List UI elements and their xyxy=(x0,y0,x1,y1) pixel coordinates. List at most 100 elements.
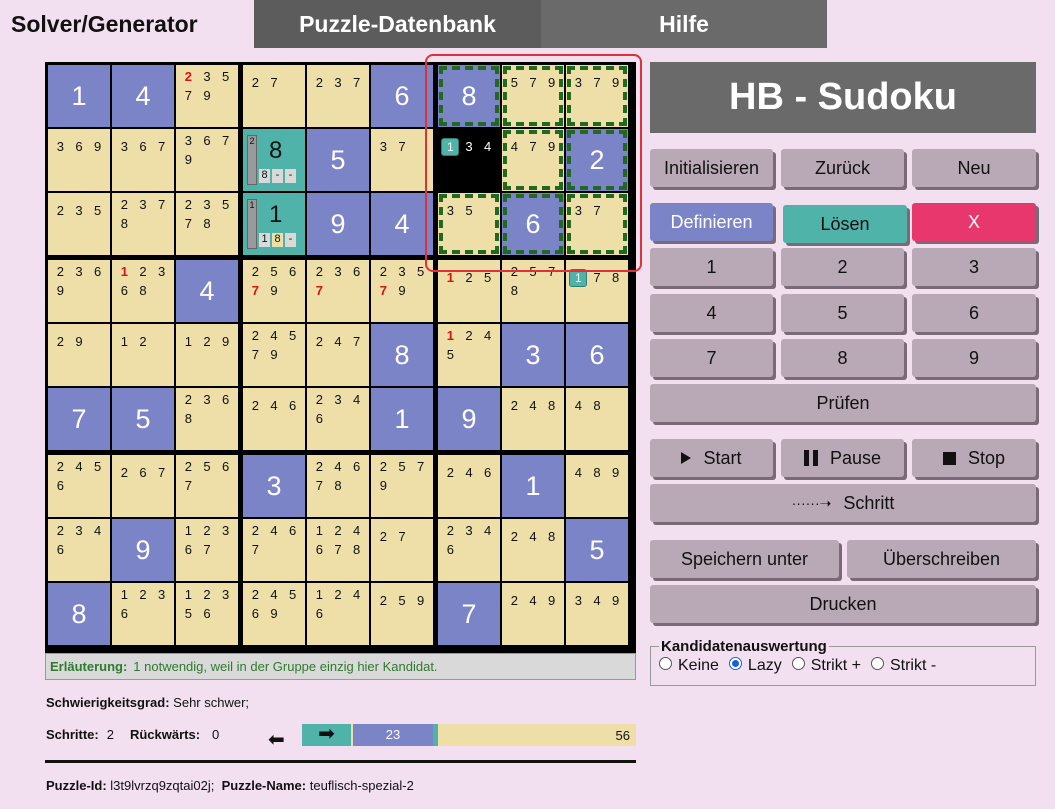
sudoku-cell[interactable]: 8 xyxy=(371,324,433,386)
sudoku-cell[interactable]: 247 xyxy=(307,324,369,386)
tab-solver-generator[interactable]: Solver/Generator xyxy=(0,0,254,48)
sudoku-cell[interactable]: 367 xyxy=(112,129,174,191)
radio-none[interactable]: Keine xyxy=(659,657,719,675)
sudoku-cell[interactable]: 235 78 xyxy=(176,193,238,255)
digit-button-9[interactable]: 9 xyxy=(912,339,1036,377)
digit-button-6[interactable]: 6 xyxy=(912,294,1036,332)
sudoku-cell[interactable]: 37 xyxy=(371,129,433,191)
sudoku-cell[interactable]: 257 9 xyxy=(371,455,433,517)
sudoku-cell[interactable]: 9 xyxy=(112,519,174,581)
sudoku-cell[interactable]: 6 xyxy=(566,324,628,386)
check-button[interactable]: Prüfen xyxy=(650,384,1036,422)
digit-button-2[interactable]: 2 xyxy=(781,248,904,286)
sudoku-cell[interactable]: 489 xyxy=(566,455,628,517)
overwrite-button[interactable]: Überschreiben xyxy=(847,540,1036,578)
sudoku-cell[interactable]: 123 6 xyxy=(112,583,174,645)
init-button[interactable]: Initialisieren xyxy=(650,149,773,187)
sudoku-cell[interactable]: 4 xyxy=(112,65,174,127)
stop-button[interactable]: Stop xyxy=(912,439,1036,477)
sudoku-cell[interactable]: 6 xyxy=(371,65,433,127)
sudoku-cell[interactable]: 7 xyxy=(438,583,500,645)
radio-selected-icon[interactable] xyxy=(728,657,742,670)
sudoku-cell[interactable]: 246 7 xyxy=(243,519,305,581)
sudoku-cell[interactable]: 124 678 xyxy=(307,519,369,581)
sudoku-cell[interactable]: 236 7 xyxy=(307,260,369,322)
digit-button-7[interactable]: 7 xyxy=(650,339,773,377)
print-button[interactable]: Drucken xyxy=(650,585,1036,623)
sudoku-cell[interactable]: 5 xyxy=(112,388,174,450)
sudoku-cell[interactable]: 1 xyxy=(371,388,433,450)
radio-icon[interactable] xyxy=(870,657,884,670)
sudoku-cell[interactable]: 129 xyxy=(176,324,238,386)
radio-lazy[interactable]: Lazy xyxy=(728,657,782,675)
sudoku-cell[interactable]: 5 xyxy=(566,519,628,581)
sudoku-cell[interactable]: 248 xyxy=(502,519,564,581)
sudoku-cell[interactable]: 245 79 xyxy=(243,324,305,386)
sudoku-cell[interactable]: 8 xyxy=(48,583,110,645)
back-button[interactable]: Zurück xyxy=(781,149,904,187)
sudoku-cell[interactable]: 3 xyxy=(502,324,564,386)
sudoku-cell[interactable]: 48 xyxy=(566,388,628,450)
sudoku-cell[interactable]: 123 68 xyxy=(112,260,174,322)
sudoku-cell[interactable]: 236 9 xyxy=(48,260,110,322)
sudoku-cell[interactable]: 245 69 xyxy=(243,583,305,645)
solve-button[interactable]: Lösen xyxy=(783,205,907,243)
sudoku-cell[interactable]: 259 xyxy=(371,583,433,645)
sudoku-cell[interactable]: 234 6 xyxy=(307,388,369,450)
sudoku-cell[interactable]: 245 6 xyxy=(48,455,110,517)
sudoku-cell[interactable]: 256 79 xyxy=(243,260,305,322)
sudoku-cell[interactable]: 23579 xyxy=(371,260,433,322)
sudoku-cell[interactable]: 367 9 xyxy=(176,129,238,191)
sudoku-cell[interactable]: 349 xyxy=(566,583,628,645)
digit-button-4[interactable]: 4 xyxy=(650,294,773,332)
sudoku-cell[interactable]: 27 xyxy=(243,65,305,127)
sudoku-cell[interactable]: 9 xyxy=(438,388,500,450)
start-button[interactable]: Start xyxy=(650,439,773,477)
step-back-arrow-icon[interactable]: ⬅ xyxy=(268,727,285,752)
clear-button[interactable]: X xyxy=(912,203,1036,241)
save-as-button[interactable]: Speichern unter xyxy=(650,540,839,578)
sudoku-cell[interactable]: 237 xyxy=(307,65,369,127)
digit-button-1[interactable]: 1 xyxy=(650,248,773,286)
sudoku-cell[interactable]: 246 xyxy=(438,455,500,517)
sudoku-cell[interactable]: 123 67 xyxy=(176,519,238,581)
sudoku-cell[interactable]: 29 xyxy=(48,324,110,386)
sudoku-cell[interactable]: 124 5 xyxy=(438,324,500,386)
sudoku-cell[interactable]: 124 6 xyxy=(307,583,369,645)
sudoku-cell[interactable]: 1118- xyxy=(243,193,305,255)
sudoku-cell[interactable]: 246 xyxy=(243,388,305,450)
sudoku-cell[interactable]: 288-- xyxy=(243,129,305,191)
new-button[interactable]: Neu xyxy=(912,149,1036,187)
sudoku-cell[interactable]: 236 8 xyxy=(176,388,238,450)
sudoku-cell[interactable]: 369 xyxy=(48,129,110,191)
sudoku-cell[interactable]: 3 xyxy=(243,455,305,517)
sudoku-cell[interactable]: 234 6 xyxy=(438,519,500,581)
sudoku-cell[interactable]: 4 xyxy=(176,260,238,322)
sudoku-cell[interactable]: 256 7 xyxy=(176,455,238,517)
sudoku-cell[interactable]: 9 xyxy=(307,193,369,255)
sudoku-cell[interactable]: 27 xyxy=(371,519,433,581)
digit-button-3[interactable]: 3 xyxy=(912,248,1036,286)
digit-button-5[interactable]: 5 xyxy=(781,294,904,332)
sudoku-cell[interactable]: 235 xyxy=(48,193,110,255)
sudoku-cell[interactable]: 12 xyxy=(112,324,174,386)
step-button[interactable]: ······➝ Schritt xyxy=(650,484,1036,522)
tab-puzzle-database[interactable]: Puzzle-Datenbank xyxy=(254,0,541,48)
radio-icon[interactable] xyxy=(791,657,805,670)
sudoku-cell[interactable]: 23579 xyxy=(176,65,238,127)
sudoku-cell[interactable]: 248 xyxy=(502,388,564,450)
pause-button[interactable]: Pause xyxy=(781,439,904,477)
sudoku-cell[interactable]: 1 xyxy=(48,65,110,127)
sudoku-cell[interactable]: 246 78 xyxy=(307,455,369,517)
sudoku-cell[interactable]: 234 6 xyxy=(48,519,110,581)
tab-help[interactable]: Hilfe xyxy=(541,0,827,48)
radio-icon[interactable] xyxy=(659,657,672,670)
radio-strict-minus[interactable]: Strikt - xyxy=(870,657,936,675)
sudoku-cell[interactable]: 7 xyxy=(48,388,110,450)
sudoku-cell[interactable]: 4 xyxy=(371,193,433,255)
step-forward-arrow-icon[interactable]: ➡ xyxy=(302,724,351,746)
define-button[interactable]: Definieren xyxy=(650,203,773,241)
sudoku-cell[interactable]: 5 xyxy=(307,129,369,191)
sudoku-cell[interactable]: 123 56 xyxy=(176,583,238,645)
sudoku-cell[interactable]: 267 xyxy=(112,455,174,517)
